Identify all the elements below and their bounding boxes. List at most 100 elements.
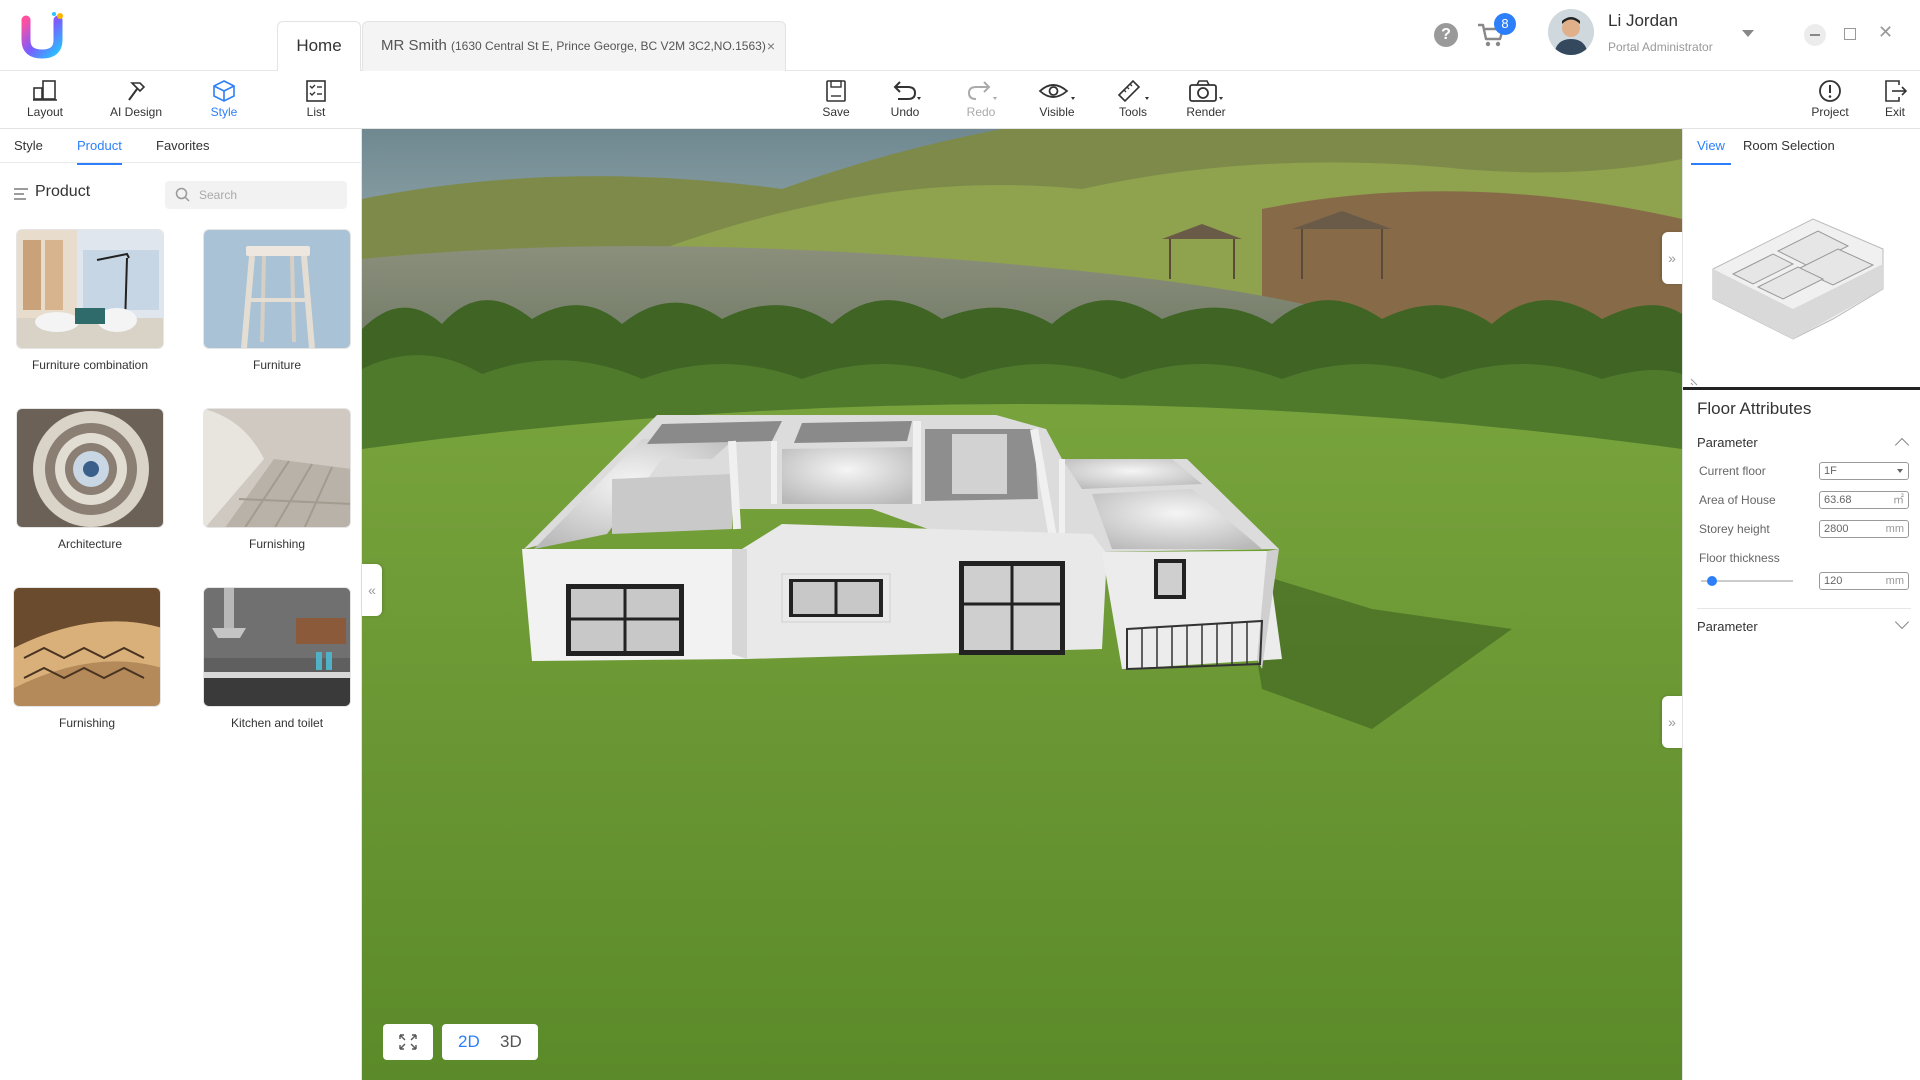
category-card[interactable]: Furniture	[203, 229, 351, 372]
area-field[interactable]: 63.68 ㎡	[1819, 491, 1909, 509]
fullscreen-icon	[399, 1034, 417, 1050]
parameter-section-header-2[interactable]: Parameter	[1697, 614, 1910, 634]
tool-style[interactable]: Style	[196, 71, 252, 129]
category-label: Furnishing	[58, 716, 116, 730]
window-close-icon[interactable]: ✕	[1878, 22, 1893, 43]
layout-icon	[33, 80, 57, 101]
search-input[interactable]: Search	[165, 181, 347, 209]
eye-icon	[1038, 84, 1075, 100]
search-placeholder: Search	[199, 188, 238, 202]
cart-count-badge: 8	[1494, 13, 1516, 35]
project-address: (1630 Central St E, Prince George, BC V2…	[451, 39, 766, 53]
product-heading: Product	[35, 183, 91, 200]
storey-height-label: Storey height	[1699, 522, 1770, 536]
title-bar: Home MR Smith (1630 Central St E, Prince…	[0, 0, 1920, 71]
slider-handle[interactable]	[1707, 576, 1718, 586]
category-card[interactable]: Furnishing	[13, 587, 161, 730]
user-name[interactable]: Li Jordan	[1608, 11, 1678, 31]
divider	[1697, 608, 1911, 609]
tool-exit[interactable]: Exit	[1876, 71, 1914, 129]
tab-style[interactable]: Style	[14, 138, 43, 153]
project-name: MR Smith	[381, 37, 447, 54]
tool-project[interactable]: Project	[1806, 71, 1854, 129]
camera-icon	[1189, 80, 1223, 102]
tool-list[interactable]: List	[288, 71, 344, 129]
avatar[interactable]	[1548, 9, 1594, 55]
category-thumbnail	[203, 587, 351, 707]
storey-height-field[interactable]: 2800 mm	[1819, 520, 1909, 538]
menu-icon[interactable]	[14, 188, 28, 200]
close-tab-icon[interactable]: ×	[767, 22, 775, 70]
tool-tools[interactable]: Tools	[1108, 71, 1158, 129]
tool-render[interactable]: Render	[1180, 71, 1232, 129]
floorplan-minimap[interactable]	[1683, 169, 1920, 419]
user-role: Portal Administrator	[1608, 40, 1713, 54]
floor-thickness-label: Floor thickness	[1699, 551, 1780, 565]
checklist-icon	[306, 80, 326, 102]
save-icon	[826, 80, 846, 102]
category-thumbnail	[16, 408, 164, 528]
cube-icon	[213, 80, 235, 102]
current-floor-label: Current floor	[1699, 464, 1766, 478]
category-card[interactable]: Furnishing	[203, 408, 351, 551]
category-thumbnail	[203, 408, 351, 528]
tool-layout[interactable]: Layout	[14, 71, 76, 129]
current-floor-select[interactable]: 1F	[1819, 462, 1909, 480]
tool-ai-design[interactable]: AI Design	[104, 71, 168, 129]
floor-attributes-title: Floor Attributes	[1697, 399, 1812, 418]
redo-icon	[967, 81, 997, 100]
tool-redo[interactable]: Redo	[958, 71, 1004, 129]
hammer-icon	[128, 82, 146, 101]
info-icon	[1819, 80, 1841, 102]
category-card[interactable]: Furniture combination	[16, 229, 164, 372]
category-label: Furniture	[252, 358, 302, 372]
category-label: Architecture	[57, 537, 123, 551]
tab-favorites[interactable]: Favorites	[156, 138, 209, 153]
category-thumbnail	[16, 229, 164, 349]
view-2d-button[interactable]: 2D	[458, 1032, 480, 1052]
tab-view[interactable]: View	[1691, 138, 1731, 165]
category-thumbnail	[13, 587, 161, 707]
fullscreen-button[interactable]	[383, 1024, 433, 1060]
properties-panel: View Room Selection Floor Attributes Par…	[1682, 129, 1920, 1080]
chevron-down-icon	[1897, 469, 1903, 473]
scene-render[interactable]	[362, 129, 1682, 1080]
ruler-icon	[1117, 79, 1149, 103]
category-label: Kitchen and toilet	[230, 716, 324, 730]
user-menu-chevron-icon[interactable]	[1742, 30, 1754, 37]
app-logo	[21, 12, 63, 59]
minimap-divider	[1683, 387, 1920, 390]
parameter-section-header[interactable]: Parameter	[1697, 435, 1910, 453]
tool-save[interactable]: Save	[814, 71, 858, 129]
view-3d-button[interactable]: 3D	[500, 1032, 522, 1052]
chevron-down-icon	[1894, 614, 1910, 630]
collapse-left-panel-button[interactable]: «	[362, 564, 382, 616]
collapse-minimap-button[interactable]: »	[1662, 232, 1682, 284]
tab-project[interactable]: MR Smith (1630 Central St E, Prince Geor…	[362, 21, 786, 71]
3d-viewport[interactable]	[362, 129, 1682, 1080]
undo-icon	[893, 81, 921, 100]
minimize-icon[interactable]	[1804, 24, 1826, 46]
category-label: Furniture combination	[31, 358, 149, 372]
tab-home[interactable]: Home	[277, 21, 361, 71]
restore-icon[interactable]	[1844, 28, 1856, 40]
category-card[interactable]: Kitchen and toilet	[203, 587, 351, 730]
category-thumbnail	[203, 229, 351, 349]
tab-product[interactable]: Product	[77, 138, 122, 165]
tool-undo[interactable]: Undo	[882, 71, 928, 129]
toolbar: Layout AI Design Style List Save Undo Re…	[0, 71, 1920, 129]
collapse-right-panel-button[interactable]: »	[1662, 696, 1682, 748]
tab-room-selection[interactable]: Room Selection	[1743, 138, 1835, 153]
category-label: Furnishing	[248, 537, 306, 551]
panel-tabs: Style Product Favorites	[0, 129, 362, 165]
search-icon	[175, 187, 190, 202]
chevron-up-icon	[1894, 437, 1910, 453]
tool-visible[interactable]: Visible	[1032, 71, 1082, 129]
area-label: Area of House	[1699, 493, 1776, 507]
exit-icon	[1885, 80, 1908, 102]
help-icon[interactable]: ?	[1434, 23, 1458, 47]
product-panel: Style Product Favorites Product Search F…	[0, 129, 362, 1080]
category-card[interactable]: Architecture	[16, 408, 164, 551]
view-mode-toggle: 2D 3D	[442, 1024, 538, 1060]
floor-thickness-field[interactable]: 120 mm	[1819, 572, 1909, 590]
